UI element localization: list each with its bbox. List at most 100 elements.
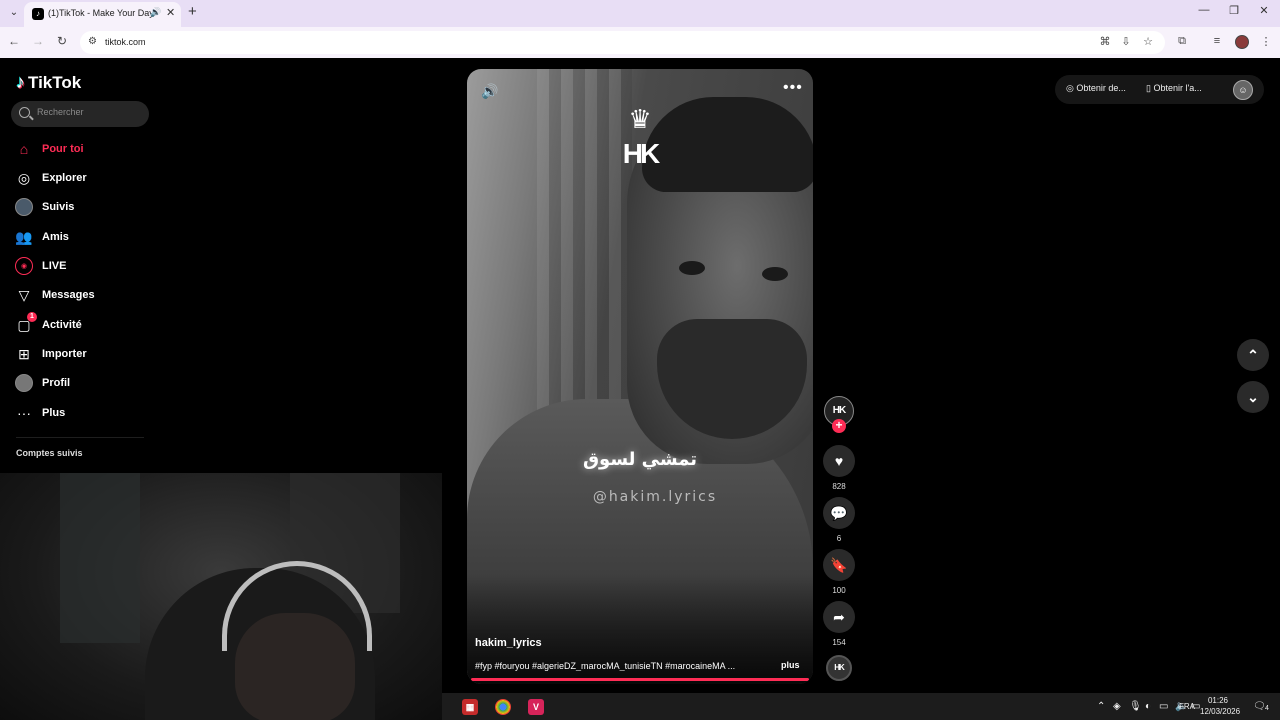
follow-plus-icon[interactable]: + xyxy=(832,419,846,433)
tray-chevron-icon[interactable]: ⌃ xyxy=(1097,701,1105,712)
network-icon[interactable]: ▭ xyxy=(1159,701,1168,712)
phone-icon: ▯ xyxy=(1146,83,1151,93)
nav-label: Importer xyxy=(42,348,87,360)
address-bar[interactable]: ⚙ tiktok.com xyxy=(80,31,1165,54)
nav-label: Messages xyxy=(42,289,95,301)
tray-speaker-icon[interactable]: ◐ xyxy=(1145,701,1151,712)
video-person-hair xyxy=(642,97,813,192)
translate-icon[interactable]: ⌘ xyxy=(1097,35,1113,48)
window-close-icon[interactable]: ✕ xyxy=(1254,4,1274,17)
caption-more-button[interactable]: plus xyxy=(781,660,800,670)
browser-menu-icon[interactable]: ⋮ xyxy=(1258,35,1274,48)
send-icon: ▽ xyxy=(18,286,30,303)
logo-text: TikTok xyxy=(28,72,82,92)
install-app-icon[interactable]: ⇩ xyxy=(1118,35,1134,48)
nav-item-explorer[interactable]: ◎ Explorer xyxy=(14,167,144,189)
comment-button[interactable]: 💬 xyxy=(823,497,855,529)
nav-item-suivis[interactable]: Suivis xyxy=(14,196,144,218)
tiktok-logo[interactable]: ♪ TikTok xyxy=(16,72,81,93)
live-icon: ◉ xyxy=(14,256,34,276)
hk-brand-logo: ♛ HK xyxy=(617,104,663,186)
nav-label: LIVE xyxy=(42,260,67,272)
clock-date: 12/03/2026 xyxy=(1200,707,1241,716)
top-right-actions: ◎ Obtenir de... ▯ Obtenir l'a... ☺ xyxy=(1055,75,1264,104)
tray-app-icon[interactable]: ◈ xyxy=(1113,701,1121,712)
nav-label: Plus xyxy=(42,407,66,419)
taskbar-app-icon[interactable]: ▦ xyxy=(462,699,478,715)
video-author[interactable]: hakim_lyrics xyxy=(475,637,542,649)
media-controls-icon[interactable]: ≡ xyxy=(1209,35,1225,47)
new-tab-icon[interactable]: + xyxy=(188,3,197,20)
friends-icon: 👥 xyxy=(15,228,33,245)
notification-icon[interactable]: 🗨 xyxy=(1253,701,1266,712)
next-video-button[interactable]: ⌄ xyxy=(1237,381,1269,413)
reload-icon[interactable]: ↻ xyxy=(54,34,70,48)
bookmark-star-icon[interactable]: ☆ xyxy=(1140,35,1156,48)
nav-label: Amis xyxy=(42,231,69,243)
video-hashtags[interactable]: #fyp #fouryou #algerieDZ_marocMA_tunisie… xyxy=(475,661,760,671)
search-box[interactable] xyxy=(11,101,149,127)
tab-search-chevron-icon[interactable]: ⌄ xyxy=(6,5,22,21)
microphone-icon[interactable]: 🎙 xyxy=(1129,701,1142,712)
share-button[interactable]: ➦ xyxy=(823,601,855,633)
crown-icon: ♛ xyxy=(628,104,652,134)
taskbar-app-icon[interactable]: V xyxy=(528,699,544,715)
followed-accounts-heading: Comptes suivis xyxy=(16,448,83,458)
forward-icon[interactable]: → xyxy=(30,34,46,48)
save-button[interactable]: 🔖 xyxy=(823,549,855,581)
brand-mark: HK xyxy=(622,138,660,169)
bookmark-icon: 🔖 xyxy=(830,556,848,573)
nav-item-importer[interactable]: ⊞ Importer xyxy=(14,343,144,365)
video-player[interactable]: ♛ HK تمشي لسوق @hakim.lyrics 🔊 ••• hakim… xyxy=(467,69,813,684)
taskbar-clock[interactable]: 01:26 12/03/2026 xyxy=(1200,695,1241,717)
volume-icon[interactable]: 🔊 xyxy=(481,83,498,100)
nav-label: Explorer xyxy=(42,172,87,184)
user-avatar[interactable]: ☺ xyxy=(1233,80,1253,100)
live-ring: ◉ xyxy=(15,257,33,275)
tab-audio-icon[interactable]: 🔊 xyxy=(150,7,161,18)
nav-item-messages[interactable]: ▽ Messages xyxy=(14,284,144,306)
nav-item-profil[interactable]: Profil xyxy=(14,372,144,394)
browser-tab[interactable]: ♪ (1)TikTok - Make Your Day 🔊 ✕ xyxy=(24,2,181,27)
share-icon: ➦ xyxy=(833,608,845,625)
browser-profile-avatar[interactable] xyxy=(1235,35,1249,49)
video-watermark: @hakim.lyrics xyxy=(592,489,718,505)
video-caption: تمشي لسوق xyxy=(582,449,698,470)
get-coins-label: Obtenir de... xyxy=(1076,83,1126,93)
nav-item-activite[interactable]: ▢ 1 Activité xyxy=(14,312,144,336)
notification-count: 4 xyxy=(1265,705,1269,712)
site-info-icon[interactable]: ⚙ xyxy=(88,36,97,47)
video-person-eye xyxy=(679,261,705,275)
profile-avatar-icon xyxy=(14,373,34,393)
nav-item-amis[interactable]: 👥 Amis xyxy=(14,226,144,248)
video-progress-bar[interactable] xyxy=(471,678,809,681)
like-button[interactable]: ♥ xyxy=(823,445,855,477)
comment-count: 6 xyxy=(836,534,842,543)
nav-item-live[interactable]: ◉ LIVE xyxy=(14,255,144,277)
sidebar-divider xyxy=(16,437,144,438)
webcam-overlay xyxy=(0,473,442,720)
nav-label: Profil xyxy=(42,377,71,389)
browser-toolbar: ← → ↻ ⚙ tiktok.com ⌘ ⇩ ☆ ⧉ ≡ ⋮ xyxy=(0,27,1280,58)
previous-video-button[interactable]: ⌃ xyxy=(1237,339,1269,371)
chrome-icon[interactable] xyxy=(495,699,511,715)
more-options-icon[interactable]: ••• xyxy=(783,79,803,97)
following-avatar-icon xyxy=(14,197,34,217)
get-app-button[interactable]: ▯ Obtenir l'a... xyxy=(1146,83,1202,94)
get-coins-button[interactable]: ◎ Obtenir de... xyxy=(1066,83,1126,94)
tab-title: (1)TikTok - Make Your Day xyxy=(48,8,154,18)
search-input[interactable] xyxy=(37,107,142,117)
coin-icon: ◎ xyxy=(1066,83,1074,93)
nav-item-pour-toi[interactable]: ⌂ Pour toi xyxy=(14,138,144,160)
get-app-label: Obtenir l'a... xyxy=(1153,83,1202,93)
nav-item-plus[interactable]: ··· Plus xyxy=(14,402,144,424)
extensions-icon[interactable]: ⧉ xyxy=(1174,35,1190,48)
windows-taskbar: ▦ V ⌃ ◈ 🎙 ◐ ▭ 🔈 ▭ FRA 🗨 4 xyxy=(442,693,1280,720)
music-disc[interactable]: HK xyxy=(826,655,852,681)
clock-time: 01:26 xyxy=(1207,696,1229,705)
restore-icon[interactable]: ❐ xyxy=(1224,4,1244,17)
save-count: 100 xyxy=(832,586,846,595)
tab-close-icon[interactable]: ✕ xyxy=(166,6,175,19)
back-icon[interactable]: ← xyxy=(6,34,22,48)
minimize-icon[interactable]: — xyxy=(1194,4,1214,16)
